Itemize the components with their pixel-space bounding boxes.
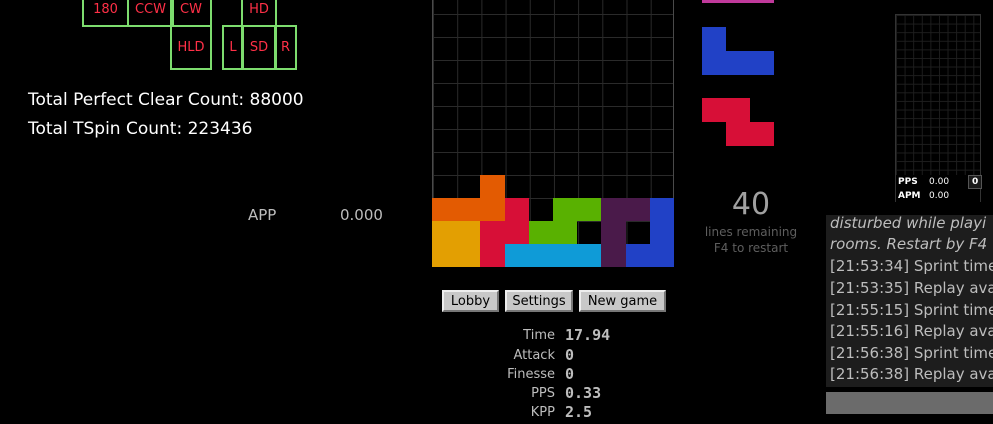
queue-cell-J <box>726 51 750 75</box>
queue-cell-J <box>702 27 726 51</box>
board-cell-G <box>601 221 626 244</box>
mini-apm-value: 0.00 <box>929 191 950 201</box>
board-cell-L <box>480 198 505 221</box>
board-cell-G <box>601 198 626 221</box>
board-cell-I <box>504 244 529 267</box>
total-perfect-clear: Total Perfect Clear Count: 88000 <box>28 90 304 110</box>
chat-line: disturbed while playi <box>830 215 987 232</box>
stat-finesse-value: 0 <box>565 365 575 383</box>
next-queue <box>702 0 776 150</box>
stat-pps-label: PPS <box>531 386 555 401</box>
key-rotate-cw[interactable]: CW <box>170 0 212 27</box>
key-right[interactable]: R <box>274 25 297 70</box>
board-cell-I <box>528 244 553 267</box>
key-label: HLD <box>177 40 205 55</box>
board-cell-L <box>432 198 457 221</box>
board-cell-Z <box>504 221 529 244</box>
lines-remaining-label: lines remaining <box>704 225 798 239</box>
board-cell-S <box>553 198 578 221</box>
lobby-button[interactable]: Lobby <box>442 290 499 312</box>
queue-cell-Z <box>702 98 726 122</box>
stat-kpp-label: KPP <box>530 405 555 420</box>
key-label: L <box>229 40 237 55</box>
lines-remaining-text: lines remaining F4 to restart <box>700 224 802 256</box>
board-cell-J <box>649 198 674 221</box>
chat-line: rooms. Restart by F4 <box>830 235 988 253</box>
chat-line: [21:53:34] Sprint time <box>830 257 993 275</box>
chat-line: [21:56:38] Sprint time <box>830 344 993 362</box>
chat-input[interactable] <box>826 392 993 414</box>
board-cell-G <box>601 244 626 267</box>
chat-log[interactable]: disturbed while playi rooms. Restart by … <box>826 215 993 387</box>
stat-pps-value: 0.33 <box>565 384 602 402</box>
board-cell-L <box>480 175 505 198</box>
queue-cell-T <box>750 0 774 3</box>
key-rotate-ccw[interactable]: CCW <box>127 0 174 27</box>
board-cell-G <box>625 198 650 221</box>
board-cell-S <box>528 221 553 244</box>
queue-cell-J <box>702 51 726 75</box>
key-hard-drop[interactable]: HD <box>241 0 277 27</box>
stat-attack-label: Attack <box>513 348 555 363</box>
board-cell-Z <box>480 221 505 244</box>
stat-attack-value: 0 <box>565 346 575 364</box>
mini-count: 0 <box>968 175 983 189</box>
key-label: CW <box>180 2 202 17</box>
board-cell-J <box>649 221 674 244</box>
board-cell-O <box>432 244 457 267</box>
mini-pps-label: PPS <box>898 177 918 187</box>
mini-pps-value: 0.00 <box>929 177 950 187</box>
settings-button[interactable]: Settings <box>505 290 573 312</box>
key-label: CCW <box>134 2 166 17</box>
queue-cell-Z <box>726 98 750 122</box>
board-cell-Z <box>504 198 529 221</box>
board-cell-O <box>456 221 481 244</box>
total-tspin: Total TSpin Count: 223436 <box>28 119 253 139</box>
queue-cell-T <box>726 0 750 3</box>
key-soft-drop[interactable]: SD <box>241 25 277 70</box>
board-cell-S <box>553 221 578 244</box>
board-cell-S <box>577 198 602 221</box>
board-cell-I <box>553 244 578 267</box>
app-value: 0.000 <box>340 206 383 224</box>
queue-cell-Z <box>750 122 774 146</box>
mini-apm-label: APM <box>898 191 921 201</box>
key-label: 180 <box>93 2 118 17</box>
key-label: R <box>280 40 291 55</box>
chat-line: [21:55:15] Sprint time: <box>830 301 993 319</box>
key-rotate-180[interactable]: 180 <box>82 0 129 27</box>
chat-line: [21:56:38] Replay ava <box>830 365 993 383</box>
stat-time-value: 17.94 <box>565 326 611 344</box>
lines-remaining-count: 40 <box>731 187 771 222</box>
chat-line: [21:55:16] Replay avai <box>830 322 993 340</box>
mini-stats-graph: PPS 0.00 APM 0.00 0 <box>895 14 983 202</box>
stat-time-label: Time <box>523 328 555 343</box>
board-cell-I <box>577 244 602 267</box>
app-label: APP <box>248 206 277 224</box>
board-cell-O <box>456 244 481 267</box>
stat-finesse-label: Finesse <box>507 367 555 382</box>
board-cell-L <box>456 198 481 221</box>
game-board <box>432 0 674 267</box>
stat-kpp-value: 2.5 <box>565 403 593 421</box>
key-hold[interactable]: HLD <box>170 25 212 70</box>
restart-hint: F4 to restart <box>713 241 789 255</box>
board-cell-Z <box>480 244 505 267</box>
key-label: HD <box>249 2 269 17</box>
chat-line: [21:53:35] Replay avai <box>830 279 993 297</box>
queue-cell-T <box>702 0 726 3</box>
board-cell-J <box>649 244 674 267</box>
key-label: SD <box>249 40 269 55</box>
board-cell-J <box>625 244 650 267</box>
board-cell-O <box>432 221 457 244</box>
queue-cell-J <box>750 51 774 75</box>
queue-cell-Z <box>726 122 750 146</box>
new-game-button[interactable]: New game <box>579 290 666 312</box>
